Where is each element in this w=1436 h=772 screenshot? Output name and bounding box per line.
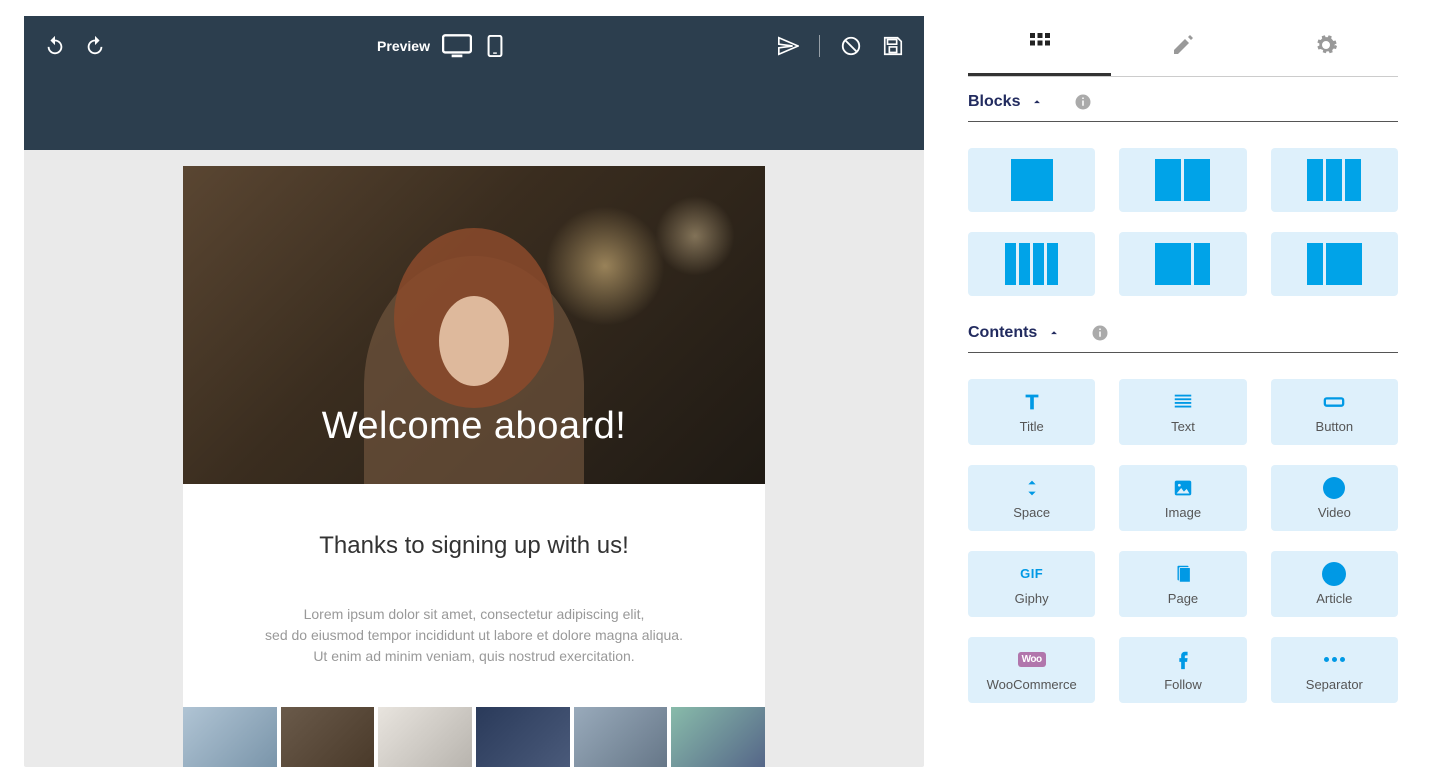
hero-title[interactable]: Welcome aboard! (322, 405, 627, 448)
blocks-grid (968, 122, 1398, 308)
chevron-up-icon (1030, 95, 1044, 109)
block-wide-narrow[interactable] (1119, 232, 1246, 296)
content-label: Space (1013, 505, 1050, 520)
hero-block[interactable]: Welcome aboard! (183, 166, 765, 484)
redo-button[interactable] (84, 35, 106, 57)
tab-settings[interactable] (1255, 18, 1398, 76)
tab-edit[interactable] (1111, 18, 1254, 76)
section-header-blocks[interactable]: Blocks (968, 77, 1398, 122)
gallery-image[interactable] (476, 707, 570, 767)
preview-desktop-button[interactable] (442, 34, 472, 58)
gallery-image[interactable] (378, 707, 472, 767)
woocommerce-icon: Woo (1018, 649, 1046, 671)
content-label: Video (1318, 505, 1351, 520)
block-4col[interactable] (968, 232, 1095, 296)
sidebar-panel: Blocks Contents Title Text Button (950, 0, 1436, 772)
gallery-image[interactable] (281, 707, 375, 767)
send-test-button[interactable] (777, 35, 799, 57)
content-label: Giphy (1015, 591, 1049, 606)
video-icon (1323, 477, 1345, 499)
content-video[interactable]: Video (1271, 465, 1398, 531)
block-2col[interactable] (1119, 148, 1246, 212)
grid-icon (1028, 31, 1052, 60)
section-header-contents[interactable]: Contents (968, 308, 1398, 353)
toolbar-divider (819, 35, 820, 57)
content-label: Title (1020, 419, 1044, 434)
content-space[interactable]: Space (968, 465, 1095, 531)
content-article[interactable]: Article (1271, 551, 1398, 617)
content-label: Page (1168, 591, 1198, 606)
content-label: Follow (1164, 677, 1202, 692)
content-image[interactable]: Image (1119, 465, 1246, 531)
content-button[interactable]: Button (1271, 379, 1398, 445)
tab-blocks[interactable] (968, 18, 1111, 76)
gallery-image[interactable] (671, 707, 765, 767)
wordpress-icon (1322, 563, 1346, 585)
editor-frame: Preview (24, 16, 924, 767)
page-icon (1172, 563, 1194, 585)
gif-icon: GIF (1020, 563, 1043, 585)
editor-toolbar: Preview (24, 16, 924, 150)
image-icon (1172, 477, 1194, 499)
content-follow[interactable]: Follow (1119, 637, 1246, 703)
title-icon (1021, 391, 1043, 413)
info-icon[interactable] (1074, 93, 1092, 111)
content-separator[interactable]: Separator (1271, 637, 1398, 703)
email-canvas[interactable]: Welcome aboard! Thanks to signing up wit… (24, 150, 924, 767)
separator-icon (1324, 649, 1345, 671)
info-icon[interactable] (1091, 324, 1109, 342)
content-woocommerce[interactable]: Woo WooCommerce (968, 637, 1095, 703)
gallery-image[interactable] (574, 707, 668, 767)
undo-button[interactable] (44, 35, 66, 57)
edit-icon (1171, 33, 1195, 62)
image-gallery-block[interactable] (183, 707, 765, 767)
facebook-icon (1172, 649, 1194, 671)
section-title-contents: Contents (968, 324, 1037, 342)
sidebar-tabs (968, 18, 1398, 77)
block-3col[interactable] (1271, 148, 1398, 212)
discard-button[interactable] (840, 35, 862, 57)
gear-icon (1314, 33, 1338, 62)
editor-area: Preview (0, 0, 950, 772)
content-label: Separator (1306, 677, 1363, 692)
space-icon (1021, 477, 1043, 499)
content-label: WooCommerce (987, 677, 1077, 692)
preview-label: Preview (377, 38, 430, 54)
content-label: Button (1316, 419, 1354, 434)
chevron-up-icon (1047, 326, 1061, 340)
email-paragraph[interactable]: Lorem ipsum dolor sit amet, consectetur … (183, 560, 765, 697)
save-button[interactable] (882, 35, 904, 57)
content-title[interactable]: Title (968, 379, 1095, 445)
preview-mobile-button[interactable] (484, 35, 506, 57)
content-text[interactable]: Text (1119, 379, 1246, 445)
text-icon (1172, 391, 1194, 413)
block-narrow-wide[interactable] (1271, 232, 1398, 296)
content-giphy[interactable]: GIF Giphy (968, 551, 1095, 617)
button-icon (1323, 391, 1345, 413)
gallery-image[interactable] (183, 707, 277, 767)
block-1col[interactable] (968, 148, 1095, 212)
content-label: Text (1171, 419, 1195, 434)
email-subheadline[interactable]: Thanks to signing up with us! (183, 484, 765, 560)
email-body: Welcome aboard! Thanks to signing up wit… (183, 166, 765, 767)
contents-grid: Title Text Button Space Image Video GIF … (968, 353, 1398, 729)
section-title-blocks: Blocks (968, 93, 1020, 111)
content-page[interactable]: Page (1119, 551, 1246, 617)
content-label: Article (1316, 591, 1352, 606)
content-label: Image (1165, 505, 1201, 520)
